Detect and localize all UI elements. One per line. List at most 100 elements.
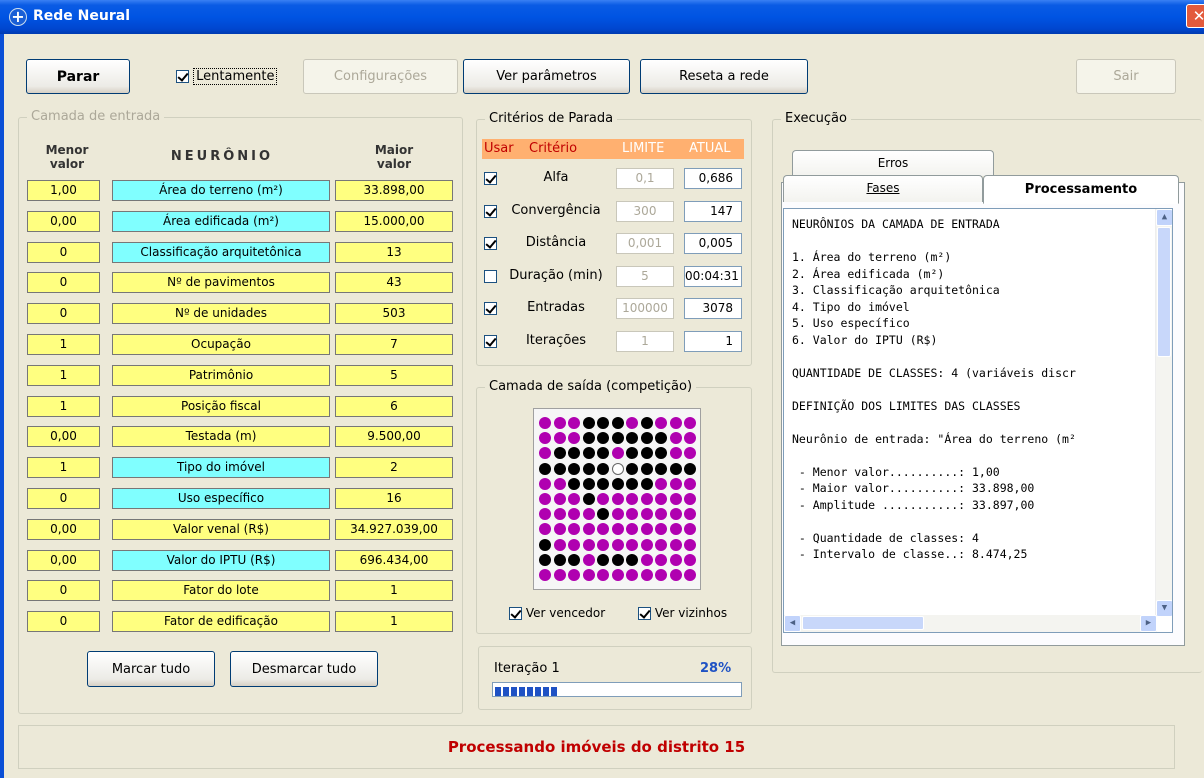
unmark-all-button[interactable]: Desmarcar tudo	[230, 651, 378, 687]
output-neuron-neighbor	[611, 417, 624, 429]
close-button[interactable]: ✕	[1186, 4, 1204, 28]
show-neighbors-checkbox[interactable]: Ver vizinhos	[638, 606, 727, 620]
view-params-button[interactable]: Ver parâmetros	[463, 59, 630, 94]
processing-log[interactable]: NEURÔNIOS DA CAMADA DE ENTRADA 1. Área do…	[783, 208, 1173, 633]
output-neuron-neighbor	[582, 462, 595, 475]
max-value-header: Maior valor	[374, 143, 414, 171]
tab-phases-label: Fases	[866, 181, 900, 195]
criterion-limit-field[interactable]: 100000	[616, 298, 674, 319]
output-neuron	[539, 493, 551, 505]
output-neuron	[568, 538, 580, 551]
output-neuron	[626, 417, 638, 429]
criterion-limit-field[interactable]: 1	[616, 330, 674, 352]
neuron-name-cell[interactable]: Nº de unidades	[112, 303, 330, 325]
scroll-up-icon[interactable]: ▲	[1156, 209, 1172, 226]
criterion-limit-field[interactable]: 0,1	[616, 168, 674, 189]
output-neuron-neighbor	[582, 432, 595, 445]
neuron-name-cell[interactable]: Fator do lote	[112, 580, 330, 602]
neuron-name-cell[interactable]: Nº de pavimentos	[112, 272, 330, 294]
criterion-label: Distância	[525, 235, 587, 250]
horizontal-scrollbar[interactable]: ◀ ▶	[784, 615, 1157, 632]
output-neuron	[626, 523, 638, 536]
scroll-down-icon[interactable]: ▼	[1156, 600, 1172, 617]
tab-processing[interactable]: Processamento	[983, 175, 1179, 204]
criterion-checkbox[interactable]	[484, 334, 497, 348]
log-line: - Quantidade de classes: 4	[792, 530, 979, 545]
output-neuron	[669, 523, 682, 536]
neuron-name-cell[interactable]: Posição fiscal	[112, 395, 330, 417]
progress-panel	[478, 646, 752, 710]
neuron-name-cell[interactable]: Ocupação	[112, 334, 330, 355]
show-winner-checkbox[interactable]: Ver vencedor	[509, 606, 605, 620]
progress-block	[495, 687, 501, 696]
output-neuron	[684, 553, 696, 566]
slowly-checkbox[interactable]: Lentamente	[176, 68, 278, 85]
reset-network-button[interactable]: Reseta a rede	[640, 59, 808, 94]
neuron-name-cell[interactable]: Testada (m)	[112, 426, 330, 448]
neuron-name-cell[interactable]: Valor venal (R$)	[112, 518, 330, 540]
neuron-name-cell[interactable]: Uso específico	[112, 488, 330, 509]
output-neuron-neighbor	[539, 462, 551, 475]
neuron-name-cell[interactable]: Área do terreno (m²)	[112, 180, 330, 201]
horizontal-scroll-thumb[interactable]	[802, 616, 924, 630]
tab-errors[interactable]: Erros	[792, 150, 994, 176]
output-neuron	[553, 417, 566, 429]
output-neuron	[684, 447, 696, 460]
progress-block	[543, 687, 549, 696]
output-neuron	[553, 493, 566, 505]
criterion-limit-field[interactable]: 5	[616, 265, 674, 287]
neuron-name-cell[interactable]: Fator de edificação	[112, 611, 330, 633]
output-neuron	[684, 523, 696, 536]
tab-phases[interactable]: Fases	[783, 175, 983, 202]
output-neuron	[640, 553, 653, 566]
mark-all-button[interactable]: Marcar tudo	[87, 651, 215, 687]
criterion-limit-field[interactable]: 300	[616, 200, 674, 222]
exit-button[interactable]: Sair	[1076, 59, 1176, 94]
neuron-name-cell[interactable]: Tipo do imóvel	[112, 457, 330, 479]
stop-criteria-title: Critérios de Parada	[485, 111, 618, 126]
window-title: Rede Neural	[33, 8, 130, 24]
max-value-cell: 696.434,00	[335, 549, 453, 571]
criterion-checkbox[interactable]	[484, 204, 497, 218]
criterion-checkbox[interactable]	[484, 172, 497, 185]
criterion-limit-field[interactable]: 0,001	[616, 233, 674, 254]
log-line: QUANTIDADE DE CLASSES: 4 (variáveis disc…	[792, 365, 1076, 380]
min-value-cell: 0	[27, 303, 100, 325]
min-value-cell: 0	[27, 488, 100, 509]
config-button[interactable]: Configurações	[303, 59, 458, 94]
output-neuron	[553, 523, 566, 536]
output-neuron-neighbor	[611, 477, 624, 490]
scroll-left-icon[interactable]: ◀	[784, 615, 801, 632]
neuron-name-cell[interactable]: Classificação arquitetônica	[112, 241, 330, 263]
output-neuron	[539, 508, 551, 521]
criterion-current-field: 147	[684, 200, 742, 222]
output-neuron	[669, 538, 682, 551]
progress-block	[551, 687, 557, 696]
criterion-checkbox[interactable]	[484, 269, 497, 283]
output-neuron	[669, 569, 682, 581]
progress-block	[527, 687, 533, 696]
output-neuron-neighbor	[626, 432, 638, 445]
scroll-right-icon[interactable]: ▶	[1140, 615, 1157, 632]
criterion-checkbox[interactable]	[484, 237, 497, 250]
progress-fill	[495, 685, 559, 696]
min-value-cell: 1	[27, 395, 100, 417]
status-panel: Processando imóveis do distrito 15	[18, 725, 1175, 769]
output-neuron-neighbor	[640, 447, 653, 460]
output-neuron	[684, 432, 696, 445]
stop-button[interactable]: Parar	[26, 59, 130, 94]
vertical-scroll-thumb[interactable]	[1157, 227, 1171, 357]
max-value-cell: 15.000,00	[335, 210, 453, 232]
output-neuron	[669, 508, 682, 521]
output-neuron-neighbor	[611, 432, 624, 445]
output-neuron	[539, 523, 551, 536]
vertical-scrollbar[interactable]: ▲ ▼	[1155, 209, 1172, 617]
show-winner-label: Ver vencedor	[525, 606, 606, 620]
criterion-current-field: 3078	[684, 298, 742, 319]
neuron-name-cell[interactable]: Valor do IPTU (R$)	[112, 549, 330, 571]
neuron-name-cell[interactable]: Área edificada (m²)	[112, 210, 330, 232]
neuron-header: NEURÔNIO	[170, 149, 274, 164]
output-neuron-neighbor	[597, 417, 609, 429]
criterion-checkbox[interactable]	[484, 302, 497, 315]
neuron-name-cell[interactable]: Patrimônio	[112, 364, 330, 386]
